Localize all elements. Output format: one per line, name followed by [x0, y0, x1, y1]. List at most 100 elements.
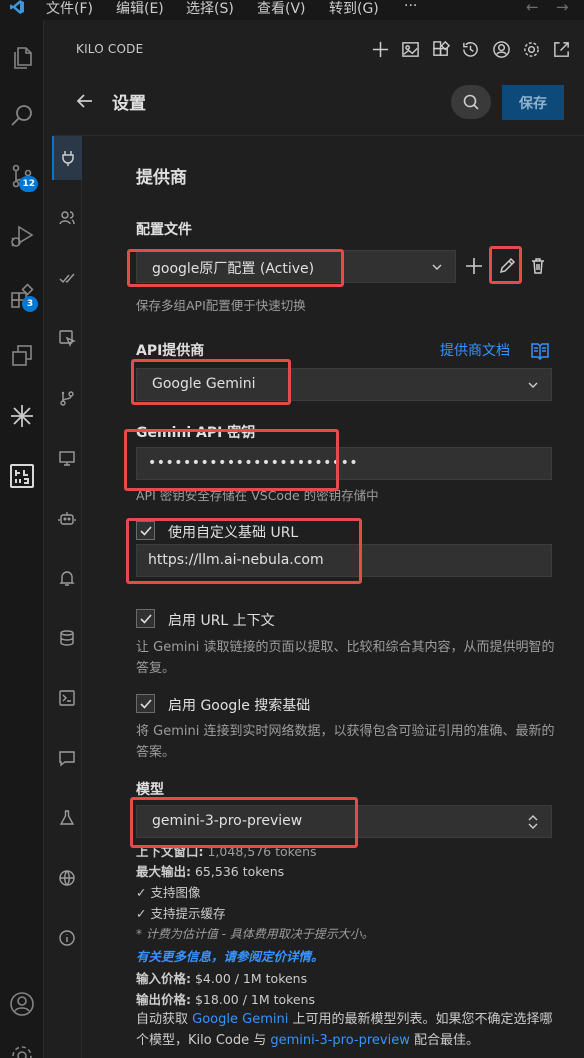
tab-about[interactable]: [52, 916, 82, 960]
supports-images-info: ✓ 支持图像: [136, 885, 201, 900]
menu-selection[interactable]: 选择(S): [186, 0, 234, 18]
monitor-icon: [59, 451, 75, 466]
source-control-badge: 12: [19, 176, 38, 192]
check-icon: ✓: [136, 885, 151, 900]
plug-icon: [62, 151, 74, 166]
save-button[interactable]: 保存: [502, 85, 564, 120]
tab-notifications[interactable]: [52, 556, 82, 600]
menu-edit[interactable]: 编辑(E): [116, 0, 164, 18]
settings-tabs: [52, 136, 82, 1058]
menu-bar: 文件(F) 编辑(E) 选择(S) 查看(V) 转到(G) ··· ← →: [0, 0, 584, 20]
tab-context[interactable]: [52, 616, 82, 660]
gear-icon[interactable]: [520, 38, 542, 60]
tab-language[interactable]: [52, 856, 82, 900]
database-icon: [60, 630, 74, 646]
url-context-checkbox[interactable]: [136, 609, 155, 628]
trash-icon: [532, 258, 544, 274]
checkmark-icon: [139, 613, 152, 624]
tab-display[interactable]: [52, 436, 82, 480]
check-icon: ✓: [136, 906, 151, 921]
checkmark-icon: [139, 698, 152, 709]
tab-browser[interactable]: [52, 316, 82, 360]
marketplace-icon[interactable]: [430, 38, 452, 60]
run-debug-icon[interactable]: [4, 218, 40, 254]
model-label: 模型: [136, 782, 164, 798]
highlight-custom-url: [126, 518, 362, 584]
image-icon[interactable]: [399, 38, 421, 60]
kilo-code-icon[interactable]: [4, 458, 40, 494]
menu-go[interactable]: 转到(G): [329, 0, 379, 18]
nav-forward-icon[interactable]: →: [556, 0, 569, 16]
book-icon[interactable]: [530, 342, 550, 360]
account-icon[interactable]: [4, 986, 40, 1022]
chevron-down-icon: [432, 264, 442, 270]
chevron-down-icon: [528, 382, 538, 388]
kilo-code-panel: KILO CODE 设置 保存 提供商 配置文件 google原厂配置 (Act…: [44, 20, 584, 1058]
source-control-icon[interactable]: 12: [4, 158, 40, 194]
manage-gear-icon[interactable]: [4, 1038, 40, 1058]
menu-view[interactable]: 查看(V): [257, 0, 306, 18]
pointer-icon: [59, 330, 76, 347]
add-profile-button[interactable]: [463, 255, 485, 277]
vscode-logo-icon: [10, 0, 24, 14]
input-price-info: 输入价格: $4.00 / 1M tokens: [136, 971, 308, 986]
grounding-label: 启用 Google 搜索基础: [168, 698, 311, 714]
comment-icon: [59, 751, 75, 767]
ai-spark-icon[interactable]: [4, 398, 40, 434]
url-context-help: 让 Gemini 读取链接的页面以提取、比较和综合其内容，从而提供明智的答复。: [136, 640, 555, 676]
remote-explorer-icon[interactable]: [4, 338, 40, 374]
explorer-icon[interactable]: [4, 40, 40, 76]
popout-icon[interactable]: [550, 38, 572, 60]
api-provider-label: API提供商: [136, 343, 205, 359]
git-branch-icon: [60, 391, 74, 406]
menu-file[interactable]: 文件(F): [46, 0, 93, 18]
chevron-updown-icon: [528, 815, 538, 829]
tab-terminal[interactable]: [52, 676, 82, 720]
menu-more[interactable]: ···: [404, 0, 417, 14]
extensions-icon[interactable]: 3: [4, 278, 40, 314]
tab-prompts[interactable]: [52, 736, 82, 780]
search-icon: [463, 94, 479, 110]
cost-note: * 计费为估计值 - 具体费用取决于提示大小。: [136, 927, 374, 941]
bell-icon: [59, 571, 75, 586]
users-icon: [59, 211, 75, 225]
section-title-provider: 提供商: [136, 168, 187, 188]
tab-agent[interactable]: [52, 496, 82, 540]
history-icon[interactable]: [459, 38, 481, 60]
highlight-profile: [127, 249, 344, 287]
terminal-icon: [59, 690, 75, 706]
delete-profile-button[interactable]: [527, 255, 549, 277]
profile-help: 保存多组API配置便于快速切换: [136, 298, 306, 313]
highlight-edit: [489, 246, 522, 284]
highlight-provider: [131, 359, 291, 405]
provider-docs-link[interactable]: 提供商文档: [440, 340, 510, 360]
model-inline-link[interactable]: gemini-3-pro-preview: [270, 1033, 409, 1048]
tab-git[interactable]: [52, 376, 82, 420]
output-price-info: 输出价格: $18.00 / 1M tokens: [136, 992, 316, 1007]
tab-users[interactable]: [52, 196, 82, 240]
plus-icon[interactable]: [369, 38, 391, 60]
profile-label: 配置文件: [136, 222, 192, 238]
back-arrow-icon[interactable]: [74, 90, 96, 112]
extensions-badge: 3: [22, 296, 38, 312]
settings-search-button[interactable]: [451, 85, 491, 119]
info-icon: [59, 930, 75, 946]
provider-inline-link[interactable]: Google Gemini: [192, 1012, 288, 1027]
grounding-checkbox[interactable]: [136, 694, 155, 713]
highlight-model: [130, 797, 358, 848]
pricing-link[interactable]: 有关更多信息，请参阅定价详情。: [136, 946, 324, 965]
max-output-info: 最大输出: 65,536 tokens: [136, 864, 285, 879]
search-icon[interactable]: [4, 98, 40, 134]
plus-icon: [466, 258, 482, 274]
url-context-label: 启用 URL 上下文: [168, 613, 275, 629]
tab-experimental[interactable]: [52, 796, 82, 840]
tab-providers[interactable]: [52, 136, 82, 180]
account-icon[interactable]: [490, 38, 512, 60]
grounding-help: 将 Gemini 连接到实时网络数据，以获得包含可验证引用的准确、最新的答案。: [136, 724, 555, 760]
auto-fetch-info: 自动获取 Google Gemini 上可用的最新模型列表。如果您不确定选择哪个…: [136, 1012, 553, 1048]
supports-cache-info: ✓ 支持提示缓存: [136, 906, 226, 921]
nav-back-icon[interactable]: ←: [526, 0, 539, 16]
tab-checkpoints[interactable]: [52, 256, 82, 300]
panel-title: KILO CODE: [76, 42, 144, 56]
settings-title: 设置: [112, 94, 146, 114]
